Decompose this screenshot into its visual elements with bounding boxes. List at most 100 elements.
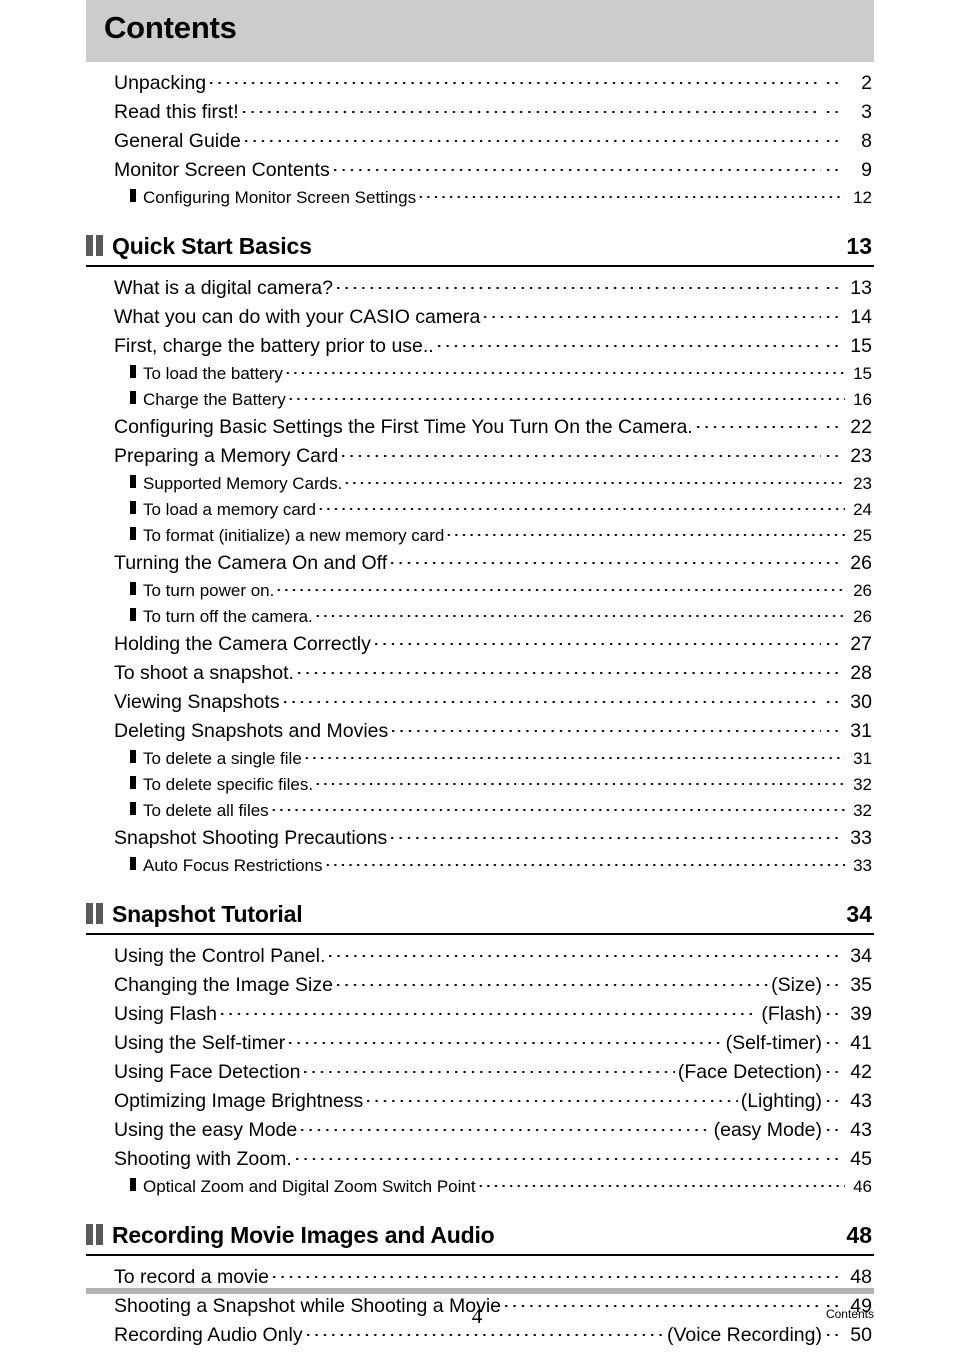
toc-page-number: 16 xyxy=(853,390,872,409)
toc-entry[interactable]: What is a digital camera? 13 xyxy=(86,274,874,303)
toc-entry[interactable]: Deleting Snapshots and Movies 31 xyxy=(86,717,874,746)
toc-page-number: 12 xyxy=(853,188,872,207)
section-heading[interactable]: Quick Start Basics 13 xyxy=(86,233,874,267)
section-heading[interactable]: Recording Movie Images and Audio 48 xyxy=(86,1222,874,1256)
footer-divider xyxy=(86,1288,874,1294)
content-column: Contents Unpacking 2 Read this first! 3 Gene… xyxy=(86,0,874,1350)
dot-leader-tail xyxy=(822,1001,844,1021)
double-bar-icon xyxy=(86,1224,103,1245)
toc-entry[interactable]: First, charge the battery prior to use..… xyxy=(86,332,874,361)
dot-leader xyxy=(389,718,821,738)
toc-entry-label: Using the Self-timer xyxy=(114,1032,286,1054)
toc-entry-label: Auto Focus Restrictions xyxy=(143,856,323,875)
toc-entry-qualifier: (Size) xyxy=(771,974,822,996)
toc-entry[interactable]: Configuring Basic Settings the First Tim… xyxy=(86,413,874,442)
toc-page-number: 32 xyxy=(853,775,872,794)
double-bar-icon xyxy=(86,903,103,924)
dot-leader-tail xyxy=(822,1030,844,1050)
toc-entry[interactable]: Using the Control Panel. 34 xyxy=(86,942,874,971)
dot-leader xyxy=(286,1030,723,1050)
toc-page-number: 23 xyxy=(853,474,872,493)
toc-entry[interactable]: Read this first! 3 xyxy=(86,98,874,127)
toc-subentry[interactable]: Configuring Monitor Screen Settings 12 xyxy=(86,185,874,211)
dot-leader xyxy=(339,443,821,463)
toc-subentry[interactable]: To delete specific files. 32 xyxy=(86,772,874,798)
toc-subentry[interactable]: Supported Memory Cards. 23 xyxy=(86,471,874,497)
dot-leader-tail xyxy=(822,443,844,463)
bar-bullet-icon xyxy=(130,391,136,404)
dot-leader-tail xyxy=(822,333,844,353)
section-page-number: 48 xyxy=(846,1222,872,1248)
dot-leader xyxy=(280,689,821,709)
toc-entry[interactable]: Viewing Snapshots 30 xyxy=(86,688,874,717)
dot-leader-tail xyxy=(822,414,844,434)
toc-page-number: 2 xyxy=(861,72,872,94)
dot-leader xyxy=(693,414,821,434)
toc-entry[interactable]: Unpacking 2 xyxy=(86,69,874,98)
toc-page-number: 33 xyxy=(853,856,872,875)
toc-entry[interactable]: Preparing a Memory Card 23 xyxy=(86,442,874,471)
toc-entry[interactable]: General Guide 8 xyxy=(86,127,874,156)
toc-entry[interactable]: Changing the Image Size (Size) 35 xyxy=(86,971,874,1000)
toc-entry[interactable]: Monitor Screen Contents 9 xyxy=(86,156,874,185)
toc-entry[interactable]: What you can do with your CASIO camera 14 xyxy=(86,303,874,332)
section-title: Quick Start Basics xyxy=(112,233,312,259)
toc-entry-label: To load the battery xyxy=(143,364,283,383)
toc-entry[interactable]: Optimizing Image Brightness (Lighting) 43 xyxy=(86,1087,874,1116)
toc-entry[interactable]: Snapshot Shooting Precautions 33 xyxy=(86,824,874,853)
section-heading[interactable]: Snapshot Tutorial 34 xyxy=(86,901,874,935)
toc-subentry[interactable]: Optical Zoom and Digital Zoom Switch Poi… xyxy=(86,1174,874,1200)
toc-subentry[interactable]: To format (initialize) a new memory card… xyxy=(86,523,874,549)
toc-entry[interactable]: Holding the Camera Correctly 27 xyxy=(86,630,874,659)
toc-entry[interactable]: Using Flash (Flash) 39 xyxy=(86,1000,874,1029)
bar-bullet-icon xyxy=(130,189,136,202)
bar-bullet-icon xyxy=(130,802,136,815)
toc-entry[interactable]: Using Face Detection (Face Detection) 42 xyxy=(86,1058,874,1087)
toc-page-number: 31 xyxy=(853,749,872,768)
toc-entry-label: Supported Memory Cards. xyxy=(143,474,343,493)
toc-page-number: 39 xyxy=(850,1003,872,1025)
toc-entry-label: Using Face Detection xyxy=(114,1061,301,1083)
toc-subentry[interactable]: To delete a single file 31 xyxy=(86,746,874,772)
toc-entry-label: First, charge the battery prior to use.. xyxy=(114,335,434,357)
toc-entry[interactable]: Turning the Camera On and Off 26 xyxy=(86,549,874,578)
toc-entry-label: Holding the Camera Correctly xyxy=(114,633,371,655)
dot-leader xyxy=(283,362,845,379)
toc-entry[interactable]: Shooting with Zoom. 45 xyxy=(86,1145,874,1174)
dot-leader-tail xyxy=(822,128,844,148)
toc-subentry[interactable]: To turn off the camera. 26 xyxy=(86,604,874,630)
section-entry-list: What is a digital camera? 13 What you can … xyxy=(86,267,874,879)
toc-subentry[interactable]: To delete all files 32 xyxy=(86,798,874,824)
toc-page-number: 30 xyxy=(850,691,872,713)
bar-bullet-icon xyxy=(130,857,136,870)
dot-leader xyxy=(364,1088,738,1108)
section-page-number: 13 xyxy=(846,233,872,259)
toc-entry-label: Optical Zoom and Digital Zoom Switch Poi… xyxy=(143,1177,476,1196)
toc-entry[interactable]: Using the Self-timer (Self-timer) 41 xyxy=(86,1029,874,1058)
dot-leader-tail xyxy=(822,275,844,295)
toc-page-number: 46 xyxy=(853,1177,872,1196)
toc-entry[interactable]: To shoot a snapshot. 28 xyxy=(86,659,874,688)
dot-leader-tail xyxy=(822,689,844,709)
bar-bullet-icon xyxy=(130,776,136,789)
toc-subentry[interactable]: To load the battery 15 xyxy=(86,361,874,387)
dot-leader-tail xyxy=(822,718,844,738)
footer-page-number: 4 xyxy=(471,1304,483,1328)
toc-intro-list: Unpacking 2 Read this first! 3 General Guide… xyxy=(86,62,874,211)
bar-bullet-icon xyxy=(130,501,136,514)
toc-entry-label: Monitor Screen Contents xyxy=(114,159,330,181)
toc-subentry[interactable]: To load a memory card 24 xyxy=(86,497,874,523)
section-title: Recording Movie Images and Audio xyxy=(112,1222,495,1248)
toc-entry-label: What is a digital camera? xyxy=(114,277,333,299)
toc-page-number: 15 xyxy=(850,335,872,357)
toc-subentry[interactable]: Charge the Battery 16 xyxy=(86,387,874,413)
dot-leader-tail xyxy=(822,550,844,570)
toc-section: Snapshot Tutorial 34 Using the Control Pan… xyxy=(86,901,874,1200)
toc-subentry[interactable]: Auto Focus Restrictions 33 xyxy=(86,853,874,879)
toc-page-number: 13 xyxy=(850,277,872,299)
toc-entry[interactable]: Using the easy Mode (easy Mode) 43 xyxy=(86,1116,874,1145)
dot-leader xyxy=(217,1001,759,1021)
toc-section: Recording Movie Images and Audio 48 To rec… xyxy=(86,1222,874,1350)
toc-subentry[interactable]: To turn power on. 26 xyxy=(86,578,874,604)
toc-page-number: 26 xyxy=(853,607,872,626)
